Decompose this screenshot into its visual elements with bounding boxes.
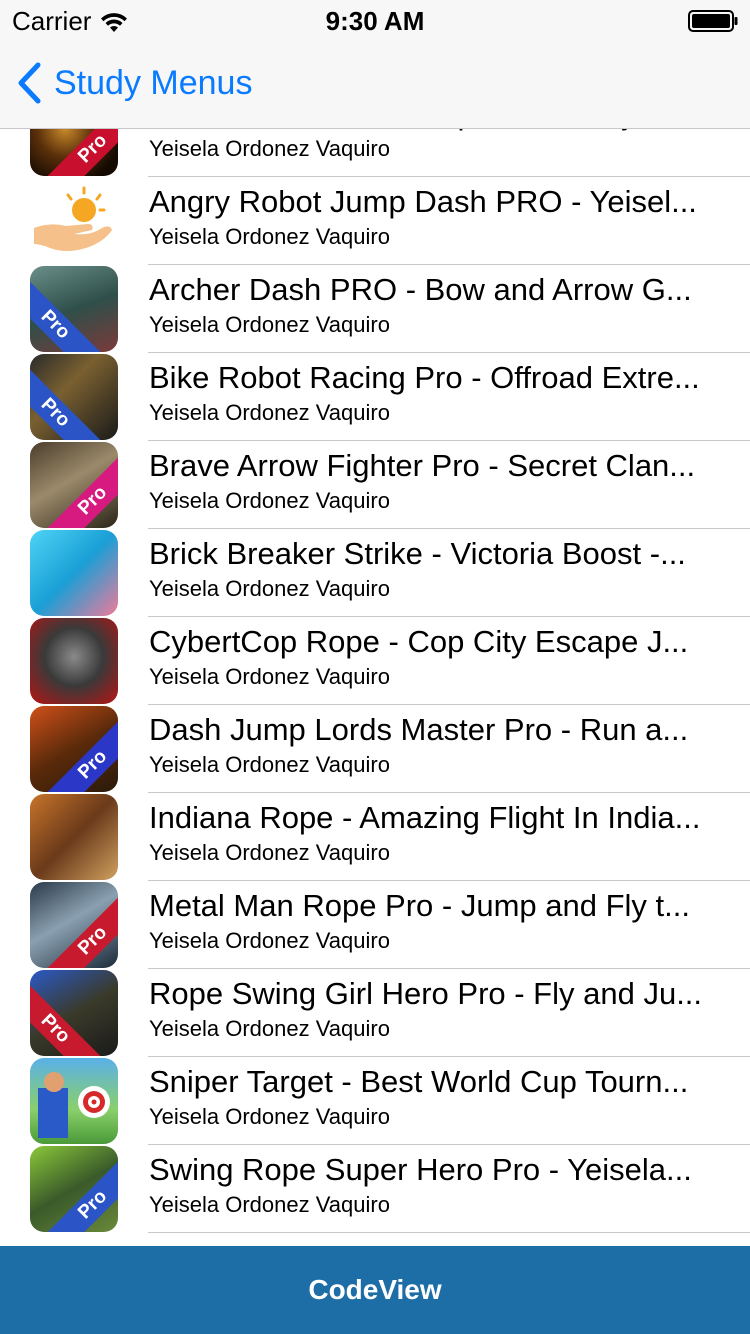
dash-jump-app-icon: Pro — [30, 706, 118, 792]
clock: 9:30 AM — [325, 6, 425, 36]
list-item-title: Dash Jump Lords Master Pro - Run a... — [149, 712, 689, 747]
sun-hand-placeholder-icon — [30, 178, 118, 264]
list-item[interactable]: Indiana Rope - Amazing Flight In India..… — [0, 793, 750, 881]
list-item-title: CybertCop Rope - Cop City Escape J... — [149, 624, 689, 659]
list-item-title: Brave Arrow Fighter Pro - Secret Clan... — [149, 448, 696, 483]
list-item-title: Metal Man Rope Pro - Jump and Fly t... — [149, 888, 690, 923]
status-bar: Carrier 9:30 AM — [0, 0, 750, 40]
codeview-label: CodeView — [308, 1274, 442, 1305]
list-item-subtitle: Yeisela Ordonez Vaquiro — [149, 1104, 390, 1129]
pro-badge: Pro — [44, 892, 118, 968]
list-item-title: Swing Rope Super Hero Pro - Yeisela... — [149, 1152, 692, 1187]
list-item-title: Sniper Target - Best World Cup Tourn... — [149, 1064, 689, 1099]
list-item-title: Angry Robot Jump Dash PRO - Yeisel... — [149, 184, 697, 219]
list-item-title: Indiana Rope - Amazing Flight In India..… — [149, 800, 701, 835]
list-item[interactable]: CybertCop Rope - Cop City Escape J... Yei… — [0, 617, 750, 705]
list-item-subtitle: Yeisela Ordonez Vaquiro — [149, 928, 390, 953]
list-item[interactable]: Pro Archer Dash PRO - Bow and Arrow G... Y… — [0, 265, 750, 353]
list-item-subtitle: Yeisela Ordonez Vaquiro — [149, 136, 390, 161]
list-item-title: Bike Robot Racing Pro - Offroad Extre... — [149, 360, 700, 395]
list-item[interactable]: Pro Dash Jump Lords Master Pro - Run a...… — [0, 705, 750, 793]
list-item-title: A Monster Shadow Rope Pro - Ninja... — [149, 129, 724, 133]
chevron-left-icon — [18, 62, 41, 104]
list-item[interactable]: Angry Robot Jump Dash PRO - Yeisel... Yei… — [0, 177, 750, 265]
list-item-subtitle: Yeisela Ordonez Vaquiro — [149, 1192, 390, 1217]
list-item-title: Rope Swing Girl Hero Pro - Fly and Ju... — [149, 976, 703, 1011]
list-item-subtitle: Yeisela Ordonez Vaquiro — [149, 576, 390, 601]
list-item-subtitle: Yeisela Ordonez Vaquiro — [149, 1016, 390, 1041]
list-item[interactable]: Pro Swing Rope Super Hero Pro - Yeisela..… — [0, 1145, 750, 1233]
codeview-button[interactable]: CodeView — [0, 1246, 750, 1334]
pro-badge: Pro — [44, 716, 118, 792]
list-item-subtitle: Yeisela Ordonez Vaquiro — [149, 312, 390, 337]
sniper-target-app-icon — [30, 1058, 118, 1144]
indiana-rope-app-icon — [30, 794, 118, 880]
battery-icon — [688, 10, 738, 32]
list-item[interactable]: Pro Bike Robot Racing Pro - Offroad Extre… — [0, 353, 750, 441]
pro-badge: Pro — [30, 276, 104, 352]
metal-man-app-icon: Pro — [30, 882, 118, 968]
pro-badge: Pro — [30, 980, 104, 1056]
list-item[interactable]: Pro Brave Arrow Fighter Pro - Secret Clan… — [0, 441, 750, 529]
list-item-subtitle: Yeisela Ordonez Vaquiro — [149, 664, 390, 689]
brick-breaker-app-icon — [30, 530, 118, 616]
row-separator — [148, 1232, 750, 1233]
list-item[interactable]: Pro Rope Swing Girl Hero Pro - Fly and Ju… — [0, 969, 750, 1057]
pro-badge: Pro — [44, 1156, 118, 1232]
list-item-title: Archer Dash PRO - Bow and Arrow G... — [149, 272, 692, 307]
cybertcop-app-icon — [30, 618, 118, 704]
list-item-subtitle: Yeisela Ordonez Vaquiro — [149, 752, 390, 777]
list-item[interactable]: Pro Metal Man Rope Pro - Jump and Fly t..… — [0, 881, 750, 969]
pro-badge: Pro — [44, 452, 118, 528]
list-item-subtitle: Yeisela Ordonez Vaquiro — [149, 840, 390, 865]
bike-robot-app-icon: Pro — [30, 354, 118, 440]
screen: Carrier 9:30 AM Study Menus Pro Yeisela … — [0, 0, 750, 1334]
pro-badge: Pro — [30, 364, 104, 440]
top-bar: Carrier 9:30 AM Study Menus — [0, 0, 750, 129]
list-item-title: Brick Breaker Strike - Victoria Boost -.… — [149, 536, 686, 571]
brave-arrow-app-icon: Pro — [30, 442, 118, 528]
back-label: Study Menus — [54, 64, 253, 102]
archer-app-icon: Pro — [30, 266, 118, 352]
back-button[interactable]: Study Menus — [16, 62, 252, 104]
list-item[interactable]: Brick Breaker Strike - Victoria Boost -.… — [0, 529, 750, 617]
rope-swing-girl-app-icon: Pro — [30, 970, 118, 1056]
app-list[interactable]: Pro A Monster Shadow Rope Pro - Ninja... Y… — [0, 129, 750, 1246]
app-list-content: Pro A Monster Shadow Rope Pro - Ninja... Y… — [0, 129, 750, 1233]
list-item[interactable]: Pro A Monster Shadow Rope Pro - Ninja... Y… — [0, 129, 750, 177]
monster-shadow-app-icon: Pro — [30, 129, 118, 176]
list-item-subtitle: Yeisela Ordonez Vaquiro — [149, 400, 390, 425]
navigation-bar: Study Menus — [0, 40, 750, 128]
swing-rope-hero-app-icon: Pro — [30, 1146, 118, 1232]
list-item[interactable]: Sniper Target - Best World Cup Tourn... Y… — [0, 1057, 750, 1145]
list-item-subtitle: Yeisela Ordonez Vaquiro — [149, 224, 390, 249]
pro-badge: Pro — [44, 129, 118, 176]
list-item-subtitle: Yeisela Ordonez Vaquiro — [149, 488, 390, 513]
